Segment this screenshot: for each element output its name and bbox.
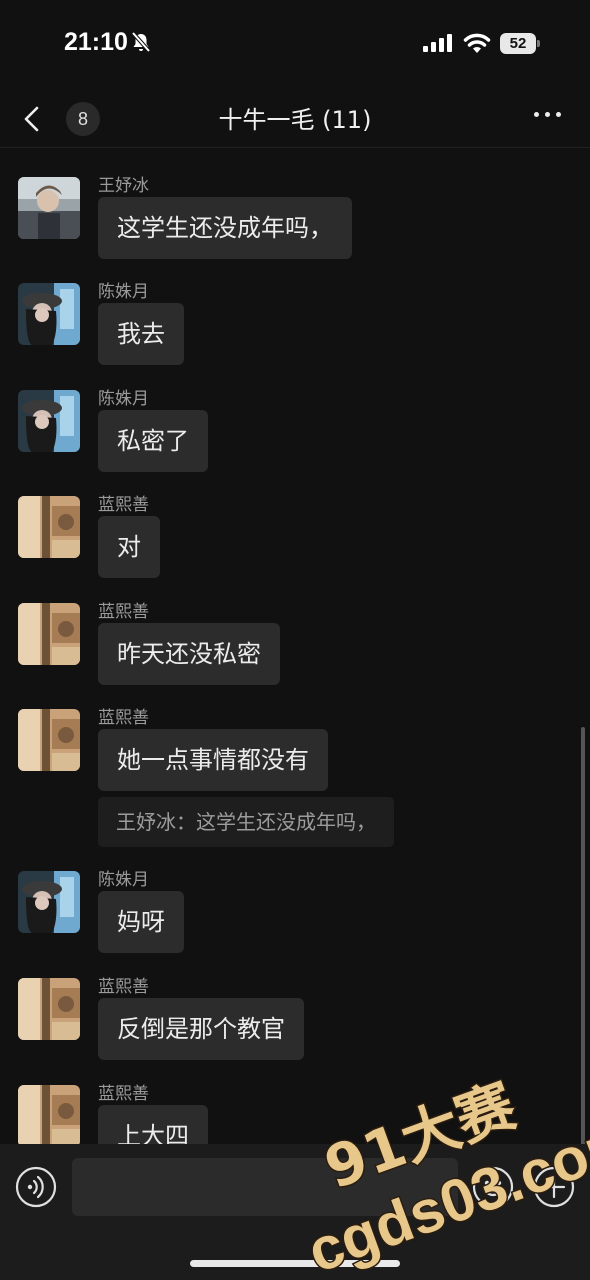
- avatar-lan: [18, 978, 80, 1040]
- scrollbar[interactable]: [581, 727, 585, 1144]
- bell-slash-icon: [131, 31, 151, 53]
- sender-name: 蓝熙善: [98, 977, 149, 997]
- message-bubble[interactable]: 妈呀: [98, 891, 184, 953]
- avatar-chen: [18, 871, 80, 933]
- avatar-lan: [18, 1085, 80, 1144]
- avatar-chen: [18, 390, 80, 452]
- chat-title: 十牛一毛 (11): [218, 106, 372, 134]
- sender-name: 陈姝月: [98, 870, 149, 890]
- battery-level: 52: [509, 35, 527, 52]
- emoji-icon: [472, 1166, 514, 1208]
- avatar-lan: [18, 496, 80, 558]
- avatar[interactable]: [18, 978, 80, 1040]
- sender-name: 陈姝月: [98, 282, 149, 302]
- more-button[interactable]: [528, 102, 568, 126]
- quoted-message[interactable]: 王妤冰：这学生还没成年吗，: [98, 797, 394, 847]
- plus-button[interactable]: [533, 1166, 575, 1208]
- plus-icon: [533, 1166, 575, 1208]
- message-bubble[interactable]: 对: [98, 516, 160, 578]
- avatar[interactable]: [18, 496, 80, 558]
- avatar[interactable]: [18, 390, 80, 452]
- avatar-chen: [18, 283, 80, 345]
- message-bubble[interactable]: 上大四: [98, 1105, 208, 1144]
- avatar[interactable]: [18, 1085, 80, 1144]
- sender-name: 王妤冰: [98, 176, 149, 196]
- signal-icon: [423, 34, 452, 52]
- avatar[interactable]: [18, 177, 80, 239]
- voice-icon: [15, 1166, 57, 1208]
- avatar-lan: [18, 709, 80, 771]
- input-bar: [0, 1144, 590, 1280]
- message-bubble[interactable]: 反倒是那个教官: [98, 998, 304, 1060]
- message-bubble[interactable]: 昨天还没私密: [98, 623, 280, 685]
- wifi-icon: [463, 33, 491, 53]
- status-bar: 21:10 52: [0, 0, 590, 90]
- sender-name: 蓝熙善: [98, 1084, 149, 1104]
- sender-name: 蓝熙善: [98, 602, 149, 622]
- sender-name: 蓝熙善: [98, 495, 149, 515]
- avatar[interactable]: [18, 283, 80, 345]
- avatar[interactable]: [18, 871, 80, 933]
- avatar-wang: [18, 177, 80, 239]
- sender-name: 陈姝月: [98, 389, 149, 409]
- avatar[interactable]: [18, 709, 80, 771]
- message-list[interactable]: 王妤冰 这学生还没成年吗， 陈姝月 我去 陈姝月 私密了 蓝熙善 对 蓝熙善 昨…: [0, 149, 590, 1144]
- status-time: 21:10: [64, 28, 128, 56]
- message-input[interactable]: [72, 1158, 458, 1216]
- message-bubble[interactable]: 她一点事情都没有: [98, 729, 328, 791]
- avatar[interactable]: [18, 603, 80, 665]
- back-button[interactable]: 8: [18, 96, 100, 142]
- battery-icon: 52: [500, 33, 540, 54]
- avatar-lan: [18, 603, 80, 665]
- unread-count-badge: 8: [66, 102, 100, 136]
- sender-name: 蓝熙善: [98, 708, 149, 728]
- chat-header: 8 十牛一毛 (11): [0, 90, 590, 148]
- message-bubble[interactable]: 私密了: [98, 410, 208, 472]
- message-bubble[interactable]: 我去: [98, 303, 184, 365]
- emoji-button[interactable]: [472, 1166, 514, 1208]
- chevron-left-icon: [24, 106, 39, 132]
- home-indicator[interactable]: [190, 1260, 400, 1267]
- message-bubble[interactable]: 这学生还没成年吗，: [98, 197, 352, 259]
- voice-button[interactable]: [15, 1166, 57, 1208]
